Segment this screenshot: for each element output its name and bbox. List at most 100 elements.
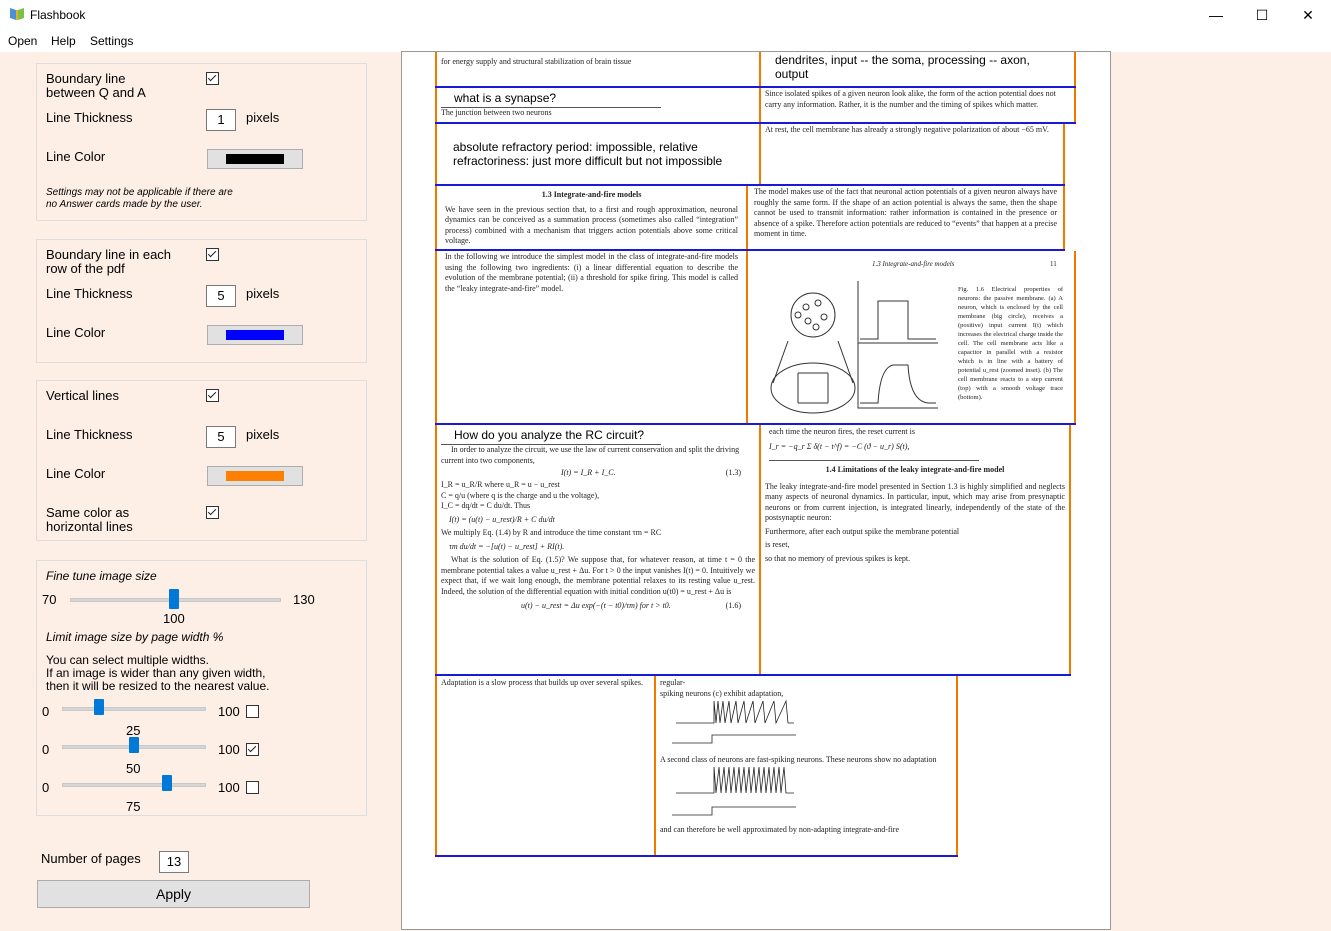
same-color-checkbox[interactable] [206,506,219,519]
equation-number: (1.6) [725,601,741,610]
pdf-text: Since isolated spikes of a given neuron … [765,89,1056,109]
width-slider-2-max: 100 [218,742,240,757]
qa-boundary-label: Boundary line between Q and A [46,71,146,100]
fine-tune-label: Fine tune image size [46,569,157,583]
width-slider-3-thumb[interactable] [162,775,172,791]
menu-bar: Open Help Settings [0,30,1331,52]
width-slider-2-value: 50 [126,761,141,776]
image-size-group: Fine tune image size 70 130 100 Limit im… [36,560,367,816]
pdf-text: We multiply Eq. (1.4) by R and introduce… [441,528,662,537]
menu-open[interactable]: Open [8,34,37,48]
row-boundary-label: Boundary line in each row of the pdf [46,247,172,276]
pdf-text: regular- spiking neurons (c) exhibit ada… [660,678,784,698]
pdf-cell: Since isolated spikes of a given neuron … [759,88,1076,122]
pdf-cell: absolute refractory period: impossible, … [435,124,761,184]
pdf-text: We have seen in the previous section tha… [445,204,738,246]
pdf-cell: dendrites, input -- the soma, processing… [759,52,1076,86]
limit-help: You can select multiple widths. If an im… [46,653,270,693]
vertical-color-label: Line Color [46,466,106,481]
fine-tune-min: 70 [42,592,57,607]
pdf-text: is reset, [765,540,790,549]
fast-spiking-plot [672,766,796,816]
row-boundary-group: Boundary line in each row of the pdf Lin… [36,239,367,363]
width-slider-3-checkbox[interactable] [246,781,259,794]
pdf-cell: How do you analyze the RC circuit? In or… [435,425,761,675]
answer-text: In order to analyze the circuit, we use … [441,445,740,465]
row-thickness-input[interactable]: 5 [206,285,236,307]
equation-row: u(t) − u_rest = Δu exp(−(t − t0)/τm) for… [441,597,755,613]
equation-number: (1.3) [725,468,741,477]
pdf-text: What is the solution of Eq. (1.5)? We su… [441,555,755,596]
qa-boundary-checkbox[interactable] [206,72,219,85]
fine-tune-thumb[interactable] [169,589,179,609]
row-thickness-label: Line Thickness [46,286,133,301]
width-slider-1-checkbox[interactable] [246,705,259,718]
fine-tune-value: 100 [163,611,185,626]
row-boundary-checkbox[interactable] [206,248,219,261]
pdf-cell: Adaptation is a slow process that builds… [435,676,656,856]
pdf-cell: each time the neuron fires, the reset cu… [759,425,1071,675]
width-slider-3-track[interactable] [62,783,206,787]
pdf-text: so that no memory of previous spikes is … [765,553,911,563]
vertical-pixels-label: pixels [246,427,280,442]
row-pixels-label: pixels [246,286,280,301]
pdf-text: C = q/u (where q is the charge and u the… [441,490,600,500]
limit-label: Limit image size by page width % [46,630,224,644]
qa-color-label: Line Color [46,149,106,164]
app-icon [10,8,24,20]
pdf-text: Furthermore, after each output spike the… [765,526,960,536]
row-color-button[interactable] [207,325,303,345]
pdf-text: I_C = dq/dt = C du/dt. Thus [441,501,531,510]
equation: I(t) = (u(t) − u_rest)/R + C du/dt [449,514,555,524]
minimize-button[interactable]: — [1193,0,1239,30]
menu-help[interactable]: Help [51,34,76,48]
menu-settings[interactable]: Settings [90,34,133,48]
pdf-cell: In the following we introduce the simple… [435,251,748,423]
row-color-label: Line Color [46,325,106,340]
apply-button[interactable]: Apply [37,880,310,908]
vertical-thickness-label: Line Thickness [46,427,133,442]
equation: I_r = −q_r Σ δ(t − t^f) = −C (ϑ − u_r) S… [769,441,910,451]
qa-pixels-label: pixels [246,110,280,125]
figure-page-number: 11 [1050,260,1057,268]
pdf-cell: The model makes use of the fact that neu… [746,186,1065,250]
pdf-cell: 1.3 Integrate-and-fire models We have se… [435,186,748,250]
qa-thickness-input[interactable]: 1 [206,109,236,131]
pdf-text: I_R = u_R/R where u_R = u − u_rest [441,480,560,489]
vertical-color-button[interactable] [207,466,303,486]
pages-input[interactable]: 13 [159,851,189,873]
row-color-swatch [226,330,284,340]
width-slider-3-value: 75 [126,799,141,814]
qa-color-swatch [226,154,284,164]
fine-tune-max: 130 [293,592,315,607]
qa-note: Settings may not be applicable if there … [46,187,233,210]
equation: τm du/dt = −[u(t) − u_rest] + RI(t). [449,541,565,551]
question-text: absolute refractory period: impossible, … [453,140,723,168]
pdf-text: At rest, the cell membrane has already a… [765,125,1049,134]
answer-text: The junction between two neurons [441,108,552,117]
width-slider-3-min: 0 [42,780,50,795]
qa-separator [769,460,979,461]
vertical-lines-checkbox[interactable] [206,389,219,402]
close-button[interactable]: ✕ [1285,0,1331,30]
qa-color-button[interactable] [207,149,303,169]
settings-panel: Boundary line between Q and A Line Thick… [0,52,400,931]
section-heading: 1.4 Limitations of the leaky integrate-a… [825,465,1005,474]
width-slider-2-thumb[interactable] [129,737,139,753]
width-slider-2-checkbox[interactable] [246,743,259,756]
width-slider-1-min: 0 [42,704,50,719]
pdf-figure-cell: 1.3 Integrate-and-fire models 11 Fig. 1.… [746,251,1076,423]
vertical-lines-label: Vertical lines [46,388,119,403]
width-slider-1-track[interactable] [62,707,206,711]
equation-row: I(t) = I_R + I_C. (1.3) [441,466,755,480]
width-slider-1-thumb[interactable] [94,699,104,715]
question-text: what is a synapse? [454,91,557,105]
maximize-button[interactable]: ☐ [1239,0,1285,30]
pdf-text: for energy supply and structural stabili… [441,57,632,66]
pdf-text: In the following we introduce the simple… [445,252,738,293]
pdf-text: and can therefore be well approximated b… [660,824,900,834]
pdf-preview[interactable]: for energy supply and structural stabili… [401,51,1111,930]
pdf-text: The model makes use of the fact that neu… [754,187,1057,238]
vertical-thickness-input[interactable]: 5 [206,426,236,448]
qa-boundary-group: Boundary line between Q and A Line Thick… [36,63,367,221]
